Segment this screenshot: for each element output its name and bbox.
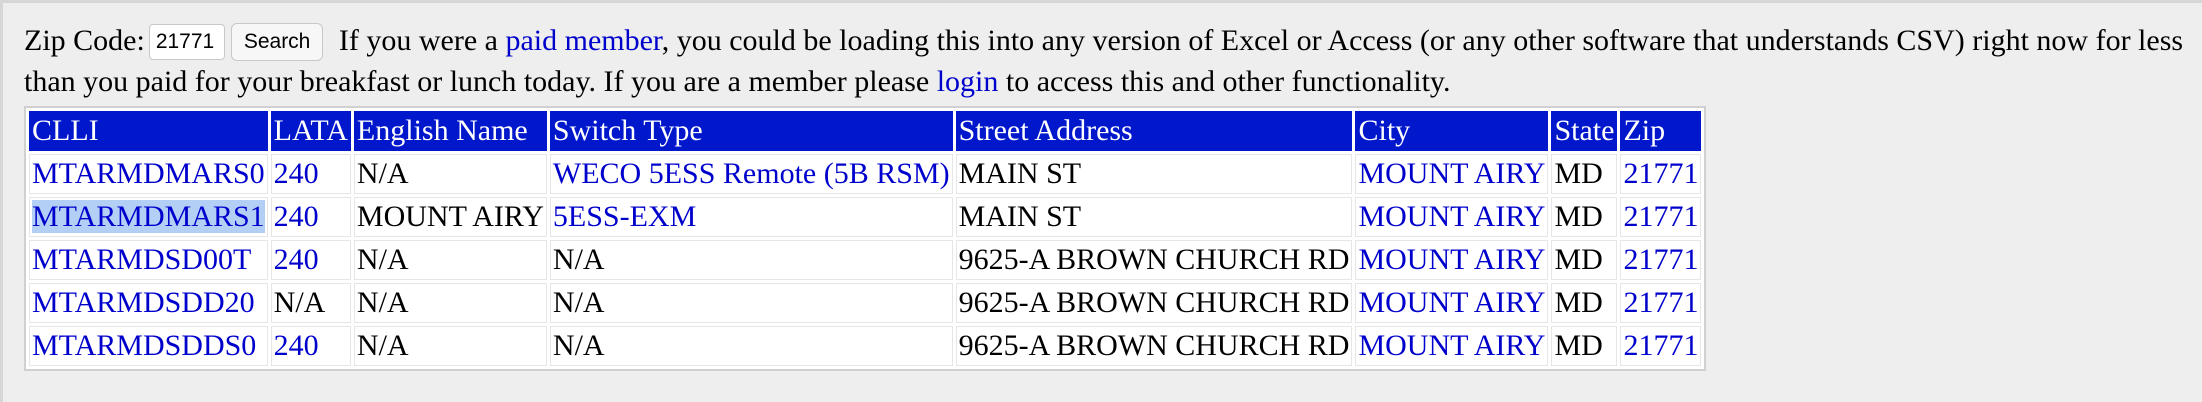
street-address-cell: 9625-A BROWN CHURCH RD: [955, 283, 1353, 323]
clli-link[interactable]: MTARMDSDD20: [29, 283, 268, 323]
city-link[interactable]: MOUNT AIRY: [1355, 326, 1549, 366]
column-header-zip: Zip: [1620, 111, 1702, 151]
state-cell: MD: [1551, 326, 1618, 366]
street-address-cell: MAIN ST: [955, 154, 1353, 194]
column-header-street-address: Street Address: [955, 111, 1353, 151]
state-cell: MD: [1551, 197, 1618, 237]
column-header-english-name: English Name: [353, 111, 547, 151]
switch-type-cell: N/A: [549, 326, 953, 366]
clli-link[interactable]: MTARMDMARS0: [29, 154, 268, 194]
zip-link[interactable]: 21771: [1620, 154, 1702, 194]
column-header-switch-type: Switch Type: [549, 111, 953, 151]
page-content: Zip Code: Search If you were a paid membe…: [24, 20, 2184, 379]
lata-link[interactable]: 240: [270, 154, 351, 194]
lata-link[interactable]: 240: [270, 240, 351, 280]
city-link[interactable]: MOUNT AIRY: [1355, 154, 1549, 194]
switch-type-link[interactable]: WECO 5ESS Remote (5B RSM): [549, 154, 953, 194]
state-cell: MD: [1551, 283, 1618, 323]
results-table: CLLI LATA English Name Switch Type Stree…: [26, 108, 1704, 369]
lata-link[interactable]: 240: [270, 197, 351, 237]
street-address-cell: 9625-A BROWN CHURCH RD: [955, 240, 1353, 280]
table-row: MTARMDSD00T 240 N/A N/A 9625-A BROWN CHU…: [29, 240, 1702, 280]
english-name-cell: N/A: [353, 283, 547, 323]
english-name-cell: MOUNT AIRY: [353, 197, 547, 237]
paid-member-link[interactable]: paid member: [505, 24, 661, 57]
table-row: MTARMDMARS1 240 MOUNT AIRY 5ESS-EXM MAIN…: [29, 197, 1702, 237]
state-cell: MD: [1551, 154, 1618, 194]
clli-link[interactable]: MTARMDSD00T: [29, 240, 268, 280]
table-row: MTARMDMARS0 240 N/A WECO 5ESS Remote (5B…: [29, 154, 1702, 194]
switch-type-cell: N/A: [549, 240, 953, 280]
table-row: MTARMDSDD20 N/A N/A N/A 9625-A BROWN CHU…: [29, 283, 1702, 323]
column-header-city: City: [1355, 111, 1549, 151]
results-table-wrapper: CLLI LATA English Name Switch Type Stree…: [24, 106, 1707, 371]
clli-link[interactable]: MTARMDSDDS0: [29, 326, 268, 366]
zip-link[interactable]: 21771: [1620, 326, 1702, 366]
city-link[interactable]: MOUNT AIRY: [1355, 197, 1549, 237]
intro-text-1: If you were a: [331, 24, 506, 57]
table-header-row: CLLI LATA English Name Switch Type Stree…: [29, 111, 1702, 151]
intro-text-3: to access this and other functionality.: [998, 65, 1451, 98]
zip-link[interactable]: 21771: [1620, 197, 1702, 237]
switch-type-cell: N/A: [549, 283, 953, 323]
city-link[interactable]: MOUNT AIRY: [1355, 240, 1549, 280]
login-link[interactable]: login: [937, 65, 999, 98]
intro-paragraph: Zip Code: Search If you were a paid membe…: [24, 20, 2184, 102]
english-name-cell: N/A: [353, 154, 547, 194]
lata-link[interactable]: 240: [270, 326, 351, 366]
column-header-clli: CLLI: [29, 111, 268, 151]
switch-type-link[interactable]: 5ESS-EXM: [549, 197, 953, 237]
clli-link[interactable]: MTARMDMARS1: [29, 197, 268, 237]
english-name-cell: N/A: [353, 240, 547, 280]
zip-link[interactable]: 21771: [1620, 283, 1702, 323]
search-button[interactable]: Search: [230, 23, 324, 61]
column-header-state: State: [1551, 111, 1618, 151]
street-address-cell: 9625-A BROWN CHURCH RD: [955, 326, 1353, 366]
zip-code-label: Zip Code:: [24, 24, 145, 57]
column-header-lata: LATA: [270, 111, 351, 151]
city-link[interactable]: MOUNT AIRY: [1355, 283, 1549, 323]
state-cell: MD: [1551, 240, 1618, 280]
english-name-cell: N/A: [353, 326, 547, 366]
street-address-cell: MAIN ST: [955, 197, 1353, 237]
lata-cell: N/A: [270, 283, 351, 323]
selected-text: MTARMDMARS1: [32, 200, 265, 233]
table-row: MTARMDSDDS0 240 N/A N/A 9625-A BROWN CHU…: [29, 326, 1702, 366]
zip-link[interactable]: 21771: [1620, 240, 1702, 280]
zip-code-input[interactable]: [148, 24, 225, 60]
